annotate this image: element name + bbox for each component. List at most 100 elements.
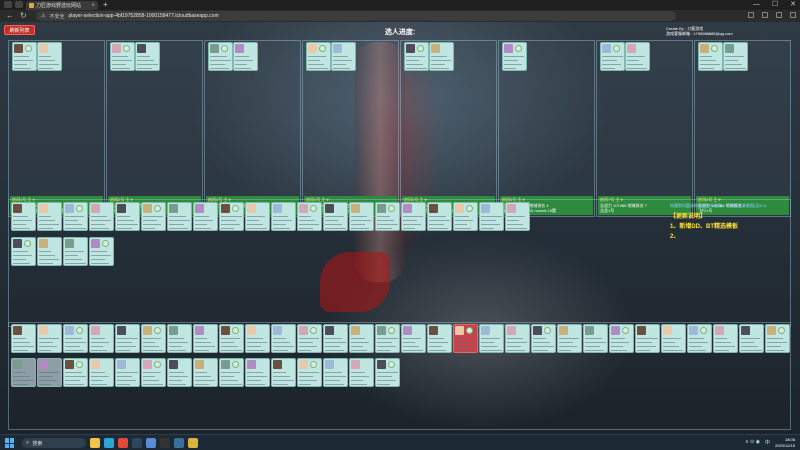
player-card[interactable] [609, 324, 634, 353]
player-card[interactable] [401, 324, 426, 353]
player-card[interactable] [765, 324, 790, 353]
player-card[interactable] [167, 324, 192, 353]
file-explorer-icon[interactable] [90, 438, 100, 448]
player-card[interactable] [12, 42, 37, 71]
player-card[interactable] [687, 324, 712, 353]
browser-tab[interactable]: 刀匠游戏野选玩网站 × [26, 1, 98, 10]
steam-icon[interactable] [132, 438, 142, 448]
close-window-icon[interactable]: ✕ [790, 0, 796, 10]
top-red-button[interactable]: 刷新列表 [4, 25, 35, 35]
player-card[interactable] [245, 358, 270, 387]
player-card[interactable] [135, 42, 160, 71]
app-icon[interactable] [146, 438, 156, 448]
start-button[interactable] [5, 438, 15, 448]
player-card[interactable] [453, 324, 478, 353]
menu-icon[interactable] [790, 12, 796, 18]
player-card[interactable] [115, 358, 140, 387]
player-card[interactable] [323, 324, 348, 353]
player-card[interactable] [208, 42, 233, 71]
url-field[interactable]: ⚠ 不安全 player-selection-app-4bf19752858-1… [36, 11, 676, 21]
player-card[interactable] [375, 358, 400, 387]
player-card[interactable] [11, 358, 36, 387]
player-card[interactable] [89, 358, 114, 387]
player-card[interactable] [193, 358, 218, 387]
player-card[interactable] [141, 324, 166, 353]
player-card[interactable] [635, 324, 660, 353]
player-card[interactable] [427, 202, 452, 231]
player-card[interactable] [323, 358, 348, 387]
player-card[interactable] [63, 237, 88, 266]
player-card[interactable] [245, 324, 270, 353]
player-card[interactable] [11, 237, 36, 266]
chrome-icon[interactable] [118, 438, 128, 448]
player-card[interactable] [37, 42, 62, 71]
close-tab-icon[interactable]: × [91, 3, 95, 9]
player-card[interactable] [349, 358, 374, 387]
player-card[interactable] [404, 42, 429, 71]
player-card[interactable] [531, 324, 556, 353]
player-card[interactable] [37, 324, 62, 353]
player-card[interactable] [245, 202, 270, 231]
player-card[interactable] [63, 324, 88, 353]
player-card[interactable] [297, 324, 322, 353]
player-card[interactable] [219, 202, 244, 231]
player-card[interactable] [505, 324, 530, 353]
player-card[interactable] [193, 202, 218, 231]
player-card[interactable] [583, 324, 608, 353]
player-card[interactable] [115, 202, 140, 231]
player-card[interactable] [219, 324, 244, 353]
terminal-icon[interactable] [160, 438, 170, 448]
player-card[interactable] [219, 358, 244, 387]
player-card[interactable] [479, 202, 504, 231]
player-card[interactable] [271, 202, 296, 231]
player-card[interactable] [233, 42, 258, 71]
extensions-icon[interactable] [762, 12, 768, 18]
player-card[interactable] [401, 202, 426, 231]
player-card[interactable] [502, 42, 527, 71]
player-card[interactable] [600, 42, 625, 71]
player-card[interactable] [739, 324, 764, 353]
player-card[interactable] [427, 324, 452, 353]
player-card[interactable] [89, 324, 114, 353]
player-card[interactable] [89, 202, 114, 231]
player-card[interactable] [37, 358, 62, 387]
back-icon[interactable]: ← [6, 11, 14, 21]
player-card[interactable] [453, 202, 478, 231]
game-icon[interactable] [188, 438, 198, 448]
clock[interactable]: 18:08 2025/12/16 [775, 437, 795, 449]
player-card[interactable] [557, 324, 582, 353]
player-card[interactable] [661, 324, 686, 353]
maximize-icon[interactable]: ☐ [772, 0, 778, 10]
player-card[interactable] [297, 358, 322, 387]
player-card[interactable] [306, 42, 331, 71]
tray-icons[interactable]: ∧ ⊙ ◉ [745, 439, 760, 446]
player-card[interactable] [11, 324, 36, 353]
taskbar-search[interactable]: ⌕ 搜索 [22, 438, 86, 448]
player-card[interactable] [429, 42, 454, 71]
player-card[interactable] [37, 202, 62, 231]
player-card[interactable] [115, 324, 140, 353]
tab-controls[interactable] [4, 1, 23, 8]
minimize-icon[interactable]: — [753, 0, 760, 10]
bookmark-icon[interactable] [748, 12, 754, 18]
player-card[interactable] [193, 324, 218, 353]
player-card[interactable] [141, 202, 166, 231]
player-card[interactable] [110, 42, 135, 71]
player-card[interactable] [375, 324, 400, 353]
player-card[interactable] [713, 324, 738, 353]
player-card[interactable] [167, 358, 192, 387]
language-indicator[interactable]: 中 [765, 439, 770, 446]
player-card[interactable] [271, 358, 296, 387]
player-card[interactable] [349, 324, 374, 353]
player-card[interactable] [11, 202, 36, 231]
edge-icon[interactable] [104, 438, 114, 448]
player-card[interactable] [349, 202, 374, 231]
new-tab-button[interactable]: + [103, 1, 108, 9]
app-icon[interactable] [174, 438, 184, 448]
player-card[interactable] [323, 202, 348, 231]
profile-icon[interactable] [776, 12, 782, 18]
player-card[interactable] [89, 237, 114, 266]
warning-icon[interactable]: ⚠ [41, 13, 45, 19]
reload-icon[interactable]: ↻ [20, 11, 27, 21]
player-card[interactable] [297, 202, 322, 231]
